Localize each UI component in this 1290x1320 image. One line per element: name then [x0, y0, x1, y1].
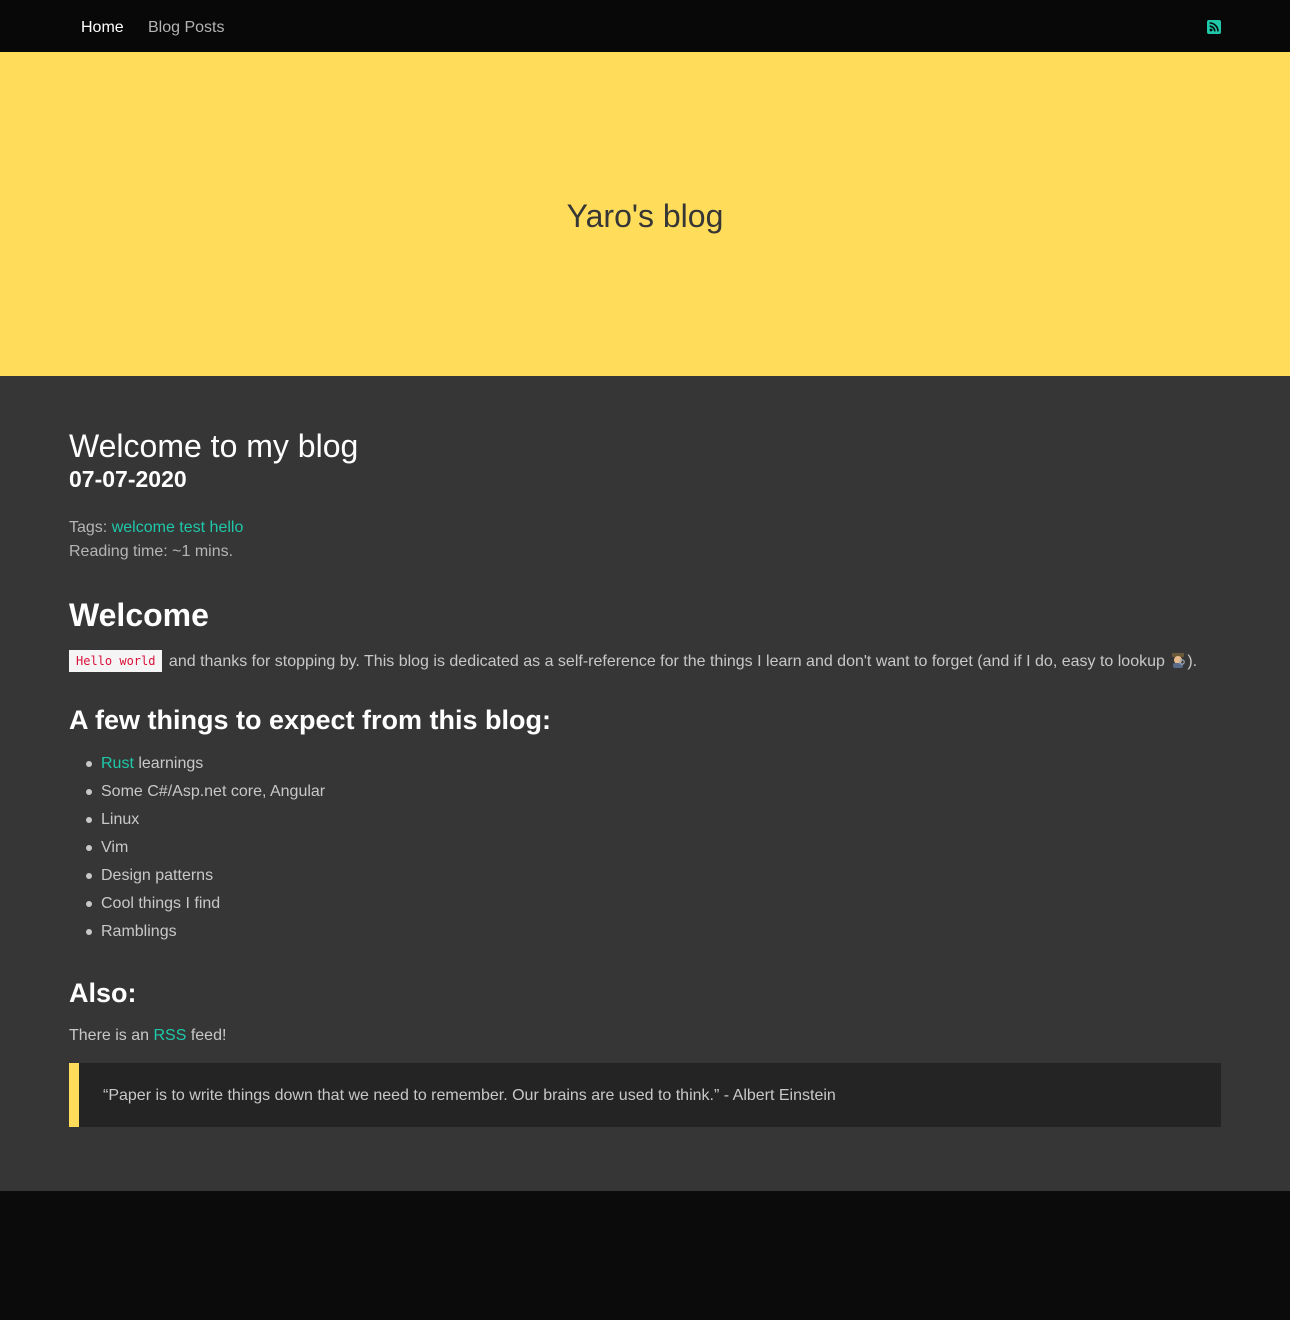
- intro-end: ).: [1187, 653, 1198, 670]
- list-item: Linux: [69, 810, 325, 838]
- list-item-text: Cool things I find: [101, 895, 221, 912]
- post-date: 07-07-2020: [69, 466, 187, 492]
- bullet: [86, 929, 92, 935]
- main-content: Welcome to my blog 07-07-2020 Tags: welc…: [0, 376, 1290, 1191]
- rss-icon[interactable]: [1207, 20, 1221, 34]
- list-item-text: Design patterns: [101, 867, 214, 884]
- inline-code: Hello world: [69, 650, 163, 672]
- expect-heading: A few things to expect from this blog:: [69, 705, 552, 735]
- list-item-text: learnings: [133, 755, 204, 772]
- intro-paragraph: Hello world and thanks for stopping by. …: [69, 650, 1221, 673]
- tag-link[interactable]: welcome: [112, 519, 175, 536]
- list-item: Some C#/Asp.net core, Angular: [69, 782, 325, 810]
- bullet: [86, 817, 92, 823]
- quote-text: “Paper is to write things down that we n…: [103, 1087, 836, 1104]
- blockquote: “Paper is to write things down that we n…: [69, 1063, 1221, 1127]
- list-item-text: Linux: [101, 811, 140, 828]
- list-item-text: Ramblings: [101, 923, 177, 940]
- hero-banner: Yaro's blog: [0, 52, 1290, 376]
- nav-home-link[interactable]: Home: [81, 18, 124, 38]
- list-item-text: Some C#/Asp.net core, Angular: [101, 783, 326, 800]
- navbar: Home Blog Posts: [0, 0, 1290, 52]
- footer: [0, 1191, 1290, 1320]
- list-item: Ramblings: [69, 922, 325, 950]
- bullet: [86, 901, 92, 907]
- list-item: Vim: [69, 838, 325, 866]
- tags-label: Tags:: [69, 519, 108, 536]
- bullet: [86, 845, 92, 851]
- bullet: [86, 789, 92, 795]
- welcome-heading: Welcome: [69, 597, 209, 633]
- list-item: Cool things I find: [69, 894, 325, 922]
- bullet: [86, 873, 92, 879]
- tag-link[interactable]: test: [179, 519, 205, 536]
- bullet: [86, 761, 92, 767]
- rss-paragraph: There is an RSS feed!: [69, 1026, 226, 1046]
- rss-prefix: There is an: [69, 1027, 154, 1044]
- also-heading: Also:: [69, 978, 137, 1008]
- post-tags: Tags: welcome test hello: [69, 518, 243, 538]
- intro-text: and thanks for stopping by. This blog is…: [164, 653, 1170, 670]
- nav-blog-posts-link[interactable]: Blog Posts: [148, 18, 224, 38]
- rss-link[interactable]: RSS: [153, 1027, 186, 1044]
- blog-title: Yaro's blog: [566, 198, 724, 234]
- list-item: Design patterns: [69, 866, 325, 894]
- rss-suffix: feed!: [186, 1027, 227, 1044]
- expect-list: Rust learnings Some C#/Asp.net core, Ang…: [69, 754, 325, 950]
- list-item-text: Vim: [101, 839, 129, 856]
- tag-link[interactable]: hello: [210, 519, 244, 536]
- post-title: Welcome to my blog: [69, 428, 359, 464]
- list-item: Rust learnings: [69, 754, 325, 782]
- rust-link[interactable]: Rust: [101, 755, 134, 772]
- reading-time: Reading time: ~1 mins.: [69, 543, 234, 560]
- detective-emoji-icon: [1169, 652, 1187, 668]
